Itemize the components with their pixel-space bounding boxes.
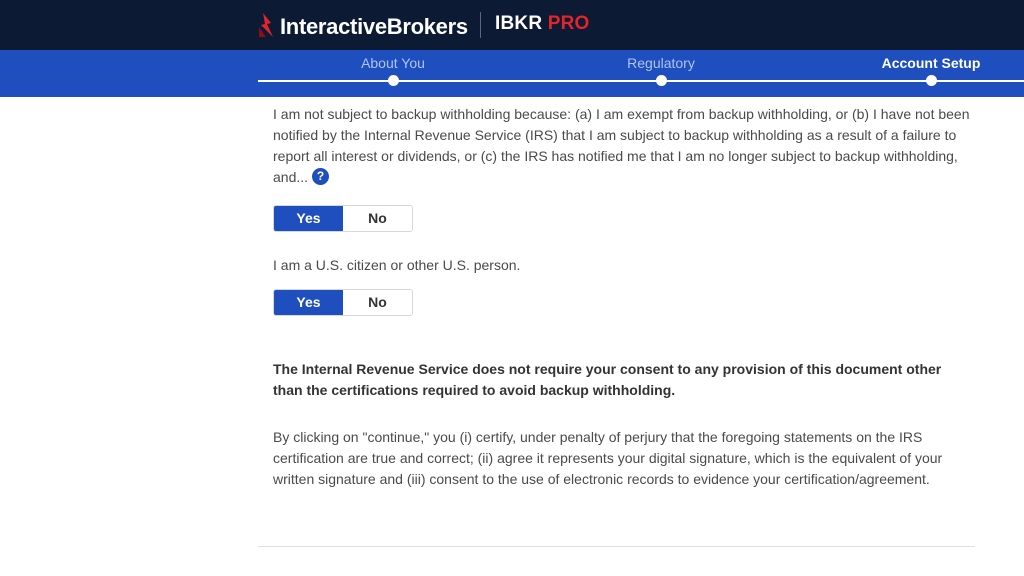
section-divider bbox=[258, 546, 975, 547]
help-icon[interactable]: ? bbox=[312, 168, 330, 185]
stepper-track bbox=[258, 80, 1024, 82]
brand-name: InteractiveBrokers bbox=[280, 14, 468, 39]
consent-text: By clicking on "continue," you (i) certi… bbox=[273, 429, 943, 487]
product-main: IBKR bbox=[495, 13, 543, 34]
us-person-toggle: Yes No bbox=[273, 289, 413, 316]
us-person-yes-button[interactable]: Yes bbox=[274, 290, 343, 315]
progress-stepper: About You Regulatory Account Setup bbox=[0, 50, 1024, 97]
step-regulatory-dot bbox=[656, 75, 667, 86]
backup-withholding-toggle: Yes No bbox=[273, 205, 413, 232]
us-person-question: I am a U.S. citizen or other U.S. person… bbox=[273, 257, 521, 273]
step-about-you: About You bbox=[361, 55, 425, 71]
top-header: InteractiveBrokers IBKR PRO bbox=[0, 0, 1024, 50]
step-regulatory: Regulatory bbox=[627, 55, 695, 71]
backup-withholding-no-button[interactable]: No bbox=[343, 206, 412, 231]
step-account-setup: Account Setup bbox=[881, 55, 981, 71]
step-about-you-dot bbox=[388, 75, 399, 86]
ibkr-logo-icon bbox=[259, 13, 273, 37]
backup-withholding-label: I am not subject to backup withholding b… bbox=[273, 106, 970, 185]
product-name: IBKR PRO bbox=[495, 13, 590, 35]
backup-withholding-question: I am not subject to backup withholding b… bbox=[273, 104, 973, 188]
backup-withholding-text: I am not subject to backup withholding b… bbox=[273, 104, 973, 188]
product-suffix: PRO bbox=[547, 13, 590, 34]
step-account-setup-dot bbox=[926, 75, 937, 86]
irs-notice: The Internal Revenue Service does not re… bbox=[273, 361, 942, 398]
us-person-no-button[interactable]: No bbox=[343, 290, 412, 315]
backup-withholding-yes-button[interactable]: Yes bbox=[274, 206, 343, 231]
brand-divider bbox=[480, 12, 481, 38]
